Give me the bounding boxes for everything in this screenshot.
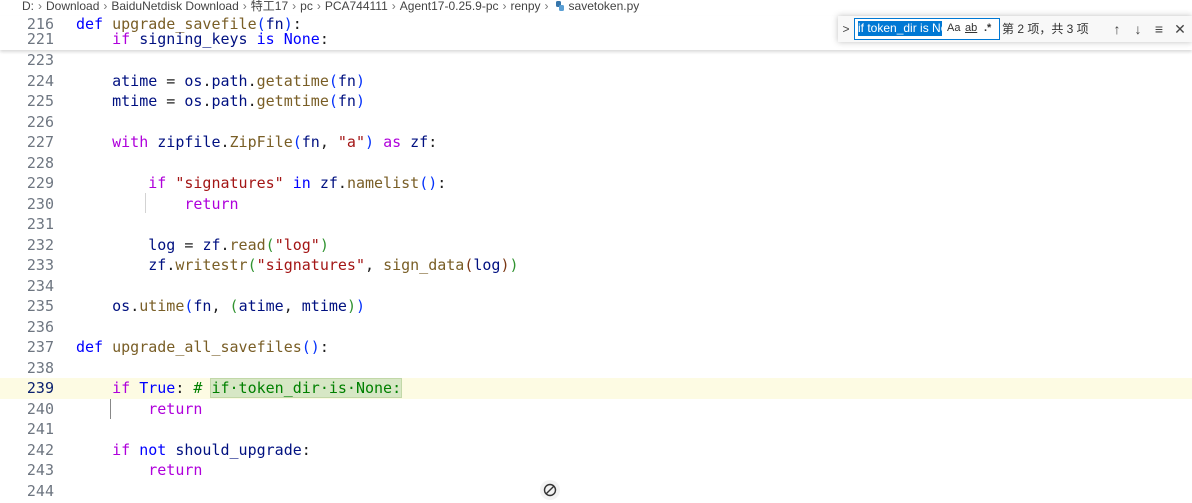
code-text: if True: # if·token_dir·is·None: (112, 378, 403, 398)
code-line[interactable]: 240 return (0, 399, 1192, 420)
chevron-right-icon: › (38, 0, 42, 13)
code-text: if "signatures" in zf.namelist(): (148, 174, 447, 192)
code-line[interactable]: 229 if "signatures" in zf.namelist(): (0, 173, 1192, 194)
match-whole-word-button[interactable]: ab (965, 20, 977, 36)
next-match-icon[interactable]: ↓ (1129, 20, 1147, 38)
breadcrumb-pc[interactable]: pc (300, 0, 313, 13)
indent-guide (145, 193, 146, 213)
breadcrumb-baidunetdisk[interactable]: BaiduNetdisk Download (111, 0, 238, 13)
code-text: atime = os.path.getatime(fn) (112, 71, 365, 90)
code-line[interactable]: 225 mtime = os.path.getmtime(fn) (0, 91, 1192, 112)
code-text: return (148, 399, 203, 418)
find-input-value: if token_dir is No (858, 21, 942, 36)
code-line[interactable]: 235 os.utime(fn, (atime, mtime)) (0, 296, 1192, 317)
line-number: 238 (26, 358, 54, 377)
code-line[interactable]: 238 (0, 358, 1192, 379)
line-number: 223 (26, 51, 54, 69)
line-number: 244 (26, 481, 54, 500)
code-text: return (148, 461, 203, 479)
toggle-replace-chevron-icon[interactable]: > (840, 21, 852, 37)
chevron-right-icon: › (391, 0, 396, 13)
line-number: 229 (26, 174, 54, 192)
line-number: 236 (26, 317, 54, 336)
breadcrumb-agent17[interactable]: Agent17-0.25.9-pc (400, 0, 499, 13)
line-number: 227 (26, 133, 54, 151)
code-text: zf.writestr("signatures", sign_data(log)… (148, 256, 519, 274)
code-line[interactable]: 231 (0, 214, 1192, 235)
line-number: 239 (26, 379, 54, 397)
code-text: mtime = os.path.getmtime(fn) (112, 92, 365, 110)
find-in-selection-icon[interactable]: ≡ (1150, 20, 1168, 38)
python-file-icon (555, 1, 564, 11)
find-input[interactable]: if token_dir is No Aa ab .* (854, 18, 1000, 40)
code-line[interactable]: 227 with zipfile.ZipFile(fn, "a") as zf: (0, 132, 1192, 153)
line-number: 235 (26, 297, 54, 315)
chevron-right-icon: › (502, 0, 507, 13)
code-line[interactable]: 243 return (0, 460, 1192, 481)
line-number: 240 (26, 399, 54, 418)
line-number: 237 (26, 338, 54, 356)
code-line[interactable]: 242 if not should_upgrade: (0, 440, 1192, 461)
chevron-right-icon: › (103, 0, 108, 13)
line-number: 225 (26, 92, 54, 110)
code-text: log = zf.read("log") (148, 235, 329, 254)
close-icon[interactable]: ✕ (1171, 20, 1189, 38)
find-widget: > if token_dir is No Aa ab .* 第 2 项，共 3 … (838, 16, 1192, 42)
regex-button[interactable]: .* (984, 20, 991, 36)
breadcrumb-drive[interactable]: D: (22, 0, 34, 13)
code-line[interactable]: 223 (0, 50, 1192, 71)
code-text: return (184, 194, 239, 213)
code-editor[interactable]: 216 def upgrade_savefile(fn): 221 if sig… (0, 16, 1192, 503)
chevron-right-icon: › (242, 0, 247, 13)
line-number: 234 (26, 276, 54, 295)
code-line[interactable]: 244 (0, 481, 1192, 502)
code-line[interactable]: 234 (0, 276, 1192, 297)
code-line[interactable]: 241 (0, 419, 1192, 440)
breadcrumb: D: › Download › BaiduNetdisk Download › 特工17 › p… (0, 0, 862, 14)
line-number: 243 (26, 461, 54, 479)
code-text: with zipfile.ZipFile(fn, "a") as zf: (112, 133, 438, 151)
chevron-right-icon: › (544, 0, 549, 13)
prohibited-circle-icon (543, 483, 557, 497)
breadcrumb-pca[interactable]: PCA744111 (325, 0, 388, 13)
code-line[interactable]: 226 (0, 112, 1192, 133)
code-line-current[interactable]: 239 if True: # if·token_dir·is·None: (0, 378, 1192, 399)
line-number: 224 (26, 71, 54, 90)
line-number: 241 (26, 420, 54, 438)
match-case-button[interactable]: Aa (947, 20, 960, 36)
line-number: 228 (26, 153, 54, 172)
code-text: def upgrade_all_savefiles(): (76, 338, 329, 356)
code-text: if not should_upgrade: (112, 440, 311, 459)
code-line[interactable]: 230 return (0, 194, 1192, 215)
code-line[interactable]: 232 log = zf.read("log") (0, 235, 1192, 256)
indent-guide-active (110, 399, 111, 419)
chevron-right-icon: › (316, 0, 321, 13)
code-line[interactable]: 237 def upgrade_all_savefiles(): (0, 337, 1192, 358)
line-number: 232 (26, 235, 54, 254)
line-number: 231 (26, 215, 54, 233)
breadcrumb-agent-folder[interactable]: 特工17 (251, 0, 288, 13)
line-number: 230 (26, 194, 54, 213)
code-line[interactable]: 233 zf.writestr("signatures", sign_data(… (0, 255, 1192, 276)
chevron-right-icon: › (292, 0, 297, 13)
code-text: os.utime(fn, (atime, mtime)) (112, 297, 365, 315)
breadcrumb-renpy[interactable]: renpy (511, 0, 541, 13)
breadcrumb-file[interactable]: savetoken.py (569, 0, 640, 13)
code-line[interactable]: 224 atime = os.path.getatime(fn) (0, 71, 1192, 92)
code-text: if signing_keys is None: (112, 30, 329, 48)
breadcrumb-download[interactable]: Download (46, 0, 99, 13)
no-entry-icon[interactable] (540, 480, 560, 500)
previous-match-icon[interactable]: ↑ (1108, 20, 1126, 38)
line-number: 233 (26, 256, 54, 274)
code-line[interactable]: 236 (0, 317, 1192, 338)
match-count: 第 2 项，共 3 项 (1002, 22, 1089, 36)
search-match-highlight: if·token_dir·is·None: (210, 378, 403, 398)
line-number: 242 (26, 440, 54, 459)
line-number: 221 (26, 30, 54, 48)
code-line[interactable]: 228 (0, 153, 1192, 174)
line-number: 226 (26, 112, 54, 131)
